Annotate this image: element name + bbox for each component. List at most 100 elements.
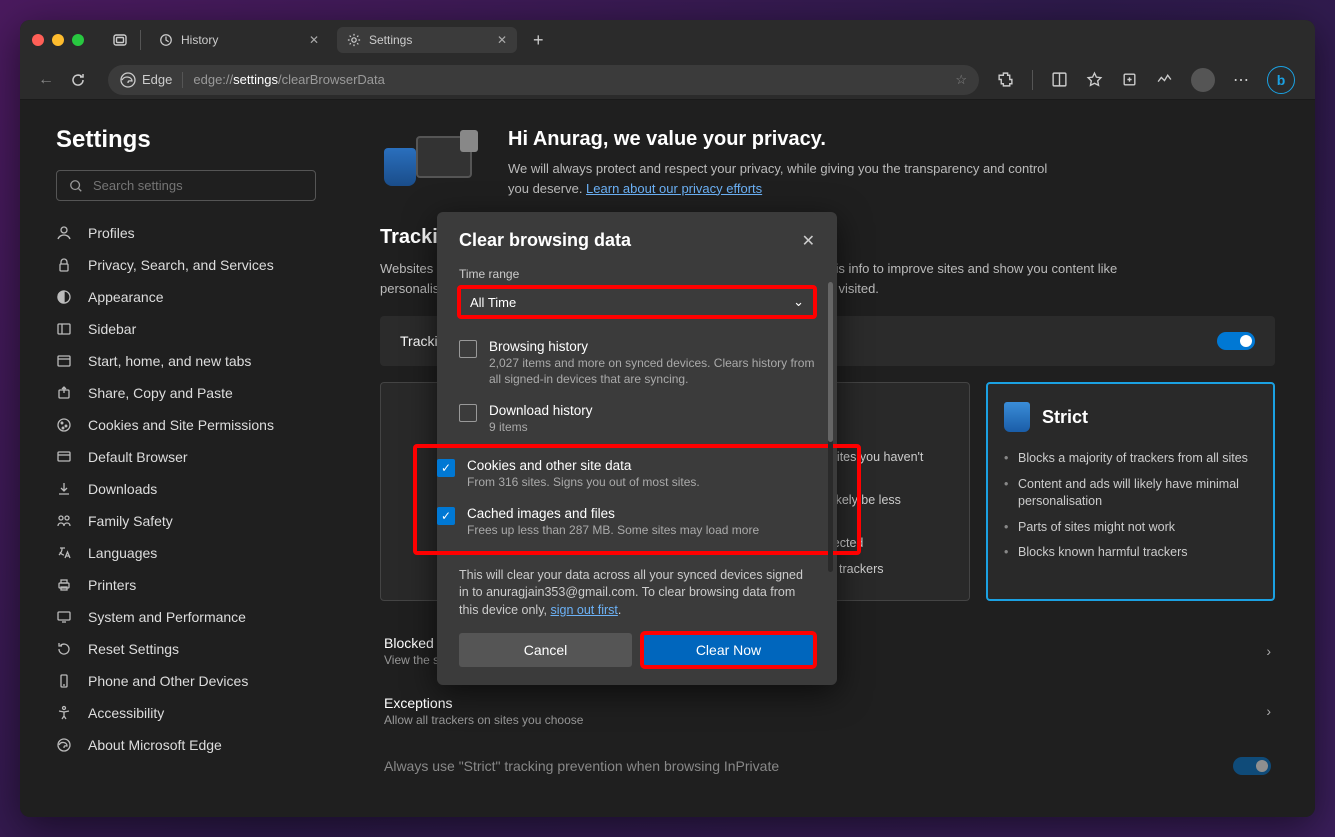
tab-history[interactable]: History ✕ xyxy=(149,27,329,53)
sidebar-item-label: Languages xyxy=(88,545,157,561)
chevron-right-icon: › xyxy=(1266,703,1271,719)
sidebar-item-label: Accessibility xyxy=(88,705,164,721)
sidebar-item-profiles[interactable]: Profiles xyxy=(56,217,340,249)
menu-button[interactable]: ⋯ xyxy=(1233,70,1249,90)
card-bullet: Blocks a majority of trackers from all s… xyxy=(1004,446,1257,472)
sidebar-item-label: Phone and Other Devices xyxy=(88,673,248,689)
sidebar-item-label: System and Performance xyxy=(88,609,246,625)
sidebar-item-cookies-and-site-permissions[interactable]: Cookies and Site Permissions xyxy=(56,409,340,441)
sidebar-item-start-home-and-new-tabs[interactable]: Start, home, and new tabs xyxy=(56,345,340,377)
edge-icon xyxy=(56,737,74,753)
lock-icon xyxy=(56,257,74,273)
browser-window: History ✕ Settings ✕ + ← Edge edge://set… xyxy=(20,20,1315,817)
sidebar-title: Settings xyxy=(56,126,340,154)
sidebar-item-label: Share, Copy and Paste xyxy=(88,385,233,401)
privacy-efforts-link[interactable]: Learn about our privacy efforts xyxy=(586,181,762,196)
sidebar-item-privacy-search-and-services[interactable]: Privacy, Search, and Services xyxy=(56,249,340,281)
accessibility-icon xyxy=(56,705,74,721)
tab-settings[interactable]: Settings ✕ xyxy=(337,27,517,53)
edge-logo-icon xyxy=(120,72,136,88)
checkbox[interactable] xyxy=(459,340,477,358)
site-brand: Edge xyxy=(142,72,172,87)
chevron-down-icon: ⌄ xyxy=(793,294,804,310)
profile-icon xyxy=(56,225,74,241)
home-icon xyxy=(56,353,74,369)
sidebar-item-family-safety[interactable]: Family Safety xyxy=(56,505,340,537)
sidebar-item-accessibility[interactable]: Accessibility xyxy=(56,697,340,729)
clear-now-button[interactable]: Clear Now xyxy=(642,633,815,667)
cookie-icon xyxy=(56,417,74,433)
close-window-button[interactable] xyxy=(32,34,44,46)
bing-chat-button[interactable]: b xyxy=(1267,66,1295,94)
maximize-window-button[interactable] xyxy=(72,34,84,46)
sidebar-item-label: Start, home, and new tabs xyxy=(88,353,251,369)
cancel-button[interactable]: Cancel xyxy=(459,633,632,667)
exceptions-link[interactable]: ExceptionsAllow all trackers on sites yo… xyxy=(380,681,1275,741)
readmode-icon[interactable] xyxy=(1051,71,1068,88)
divider xyxy=(140,30,141,50)
tab-close-button[interactable]: ✕ xyxy=(309,33,319,47)
refresh-button[interactable] xyxy=(70,72,98,88)
toolbar-actions: ⋯ b xyxy=(989,66,1303,94)
new-tab-button[interactable]: + xyxy=(525,30,552,51)
sidebar-item-label: About Microsoft Edge xyxy=(88,737,222,753)
sidebar-item-phone-and-other-devices[interactable]: Phone and Other Devices xyxy=(56,665,340,697)
collections-icon[interactable] xyxy=(1121,71,1138,88)
sidebar-item-label: Default Browser xyxy=(88,449,188,465)
checkbox[interactable]: ✓ xyxy=(437,507,455,525)
address-bar[interactable]: Edge edge://settings/clearBrowserData ☆ xyxy=(108,65,979,95)
sidebar-item-languages[interactable]: Languages xyxy=(56,537,340,569)
favorite-button[interactable]: ☆ xyxy=(955,72,967,88)
check-title: Cookies and other site data xyxy=(467,458,700,473)
performance-icon[interactable] xyxy=(1156,71,1173,88)
sidebar-item-appearance[interactable]: Appearance xyxy=(56,281,340,313)
check-item: ✓Cookies and other site dataFrom 316 sit… xyxy=(437,452,837,501)
time-range-select[interactable]: All Time ⌄ xyxy=(459,287,815,317)
sidebar-item-printers[interactable]: Printers xyxy=(56,569,340,601)
sidebar-item-about-microsoft-edge[interactable]: About Microsoft Edge xyxy=(56,729,340,761)
titlebar: History ✕ Settings ✕ + xyxy=(20,20,1315,60)
dialog-scrollbar[interactable] xyxy=(828,282,833,572)
privacy-hero: Hi Anurag, we value your privacy. We wil… xyxy=(380,128,1275,198)
tab-overview-button[interactable] xyxy=(108,28,132,52)
sign-out-link[interactable]: sign out first xyxy=(550,603,617,617)
dialog-close-button[interactable]: ✕ xyxy=(802,231,815,251)
sidebar-item-reset-settings[interactable]: Reset Settings xyxy=(56,633,340,665)
check-subtitle: Frees up less than 287 MB. Some sites ma… xyxy=(467,523,759,539)
tab-label: History xyxy=(181,33,218,47)
extensions-icon[interactable] xyxy=(997,71,1014,88)
highlighted-checks: ✓Cookies and other site dataFrom 316 sit… xyxy=(415,446,859,553)
inprivate-toggle[interactable] xyxy=(1233,757,1271,775)
profile-avatar[interactable] xyxy=(1191,68,1215,92)
system-icon xyxy=(56,609,74,625)
sidebar-item-system-and-performance[interactable]: System and Performance xyxy=(56,601,340,633)
check-item: Download history9 items xyxy=(459,397,815,446)
site-identity[interactable]: Edge xyxy=(120,72,183,88)
favorites-icon[interactable] xyxy=(1086,71,1103,88)
sidebar-item-label: Privacy, Search, and Services xyxy=(88,257,274,273)
dialog-note: This will clear your data across all you… xyxy=(437,553,837,634)
tracking-toggle[interactable] xyxy=(1217,332,1255,350)
checkbox[interactable] xyxy=(459,404,477,422)
search-settings-box[interactable] xyxy=(56,170,316,201)
sidebar-item-downloads[interactable]: Downloads xyxy=(56,473,340,505)
sidebar-item-share-copy-and-paste[interactable]: Share, Copy and Paste xyxy=(56,377,340,409)
dialog-title: Clear browsing data xyxy=(459,230,631,251)
search-input[interactable] xyxy=(93,178,303,193)
sidebar-item-sidebar[interactable]: Sidebar xyxy=(56,313,340,345)
sidebar-item-default-browser[interactable]: Default Browser xyxy=(56,441,340,473)
tab-close-button[interactable]: ✕ xyxy=(497,33,507,47)
checkbox[interactable]: ✓ xyxy=(437,459,455,477)
card-strict[interactable]: Strict Blocks a majority of trackers fro… xyxy=(986,382,1275,601)
back-button[interactable]: ← xyxy=(32,71,60,89)
reset-icon xyxy=(56,641,74,657)
settings-sidebar: Settings Profiles Privacy, Search, and Se… xyxy=(20,100,340,817)
hero-title: Hi Anurag, we value your privacy. xyxy=(508,128,1048,151)
check-title: Browsing history xyxy=(489,339,815,354)
traffic-lights xyxy=(32,34,84,46)
card-bullet: Content and ads will likely have minimal… xyxy=(1004,472,1257,515)
sidebar-item-label: Downloads xyxy=(88,481,157,497)
minimize-window-button[interactable] xyxy=(52,34,64,46)
sidebar-icon xyxy=(56,321,74,337)
hero-body: We will always protect and respect your … xyxy=(508,159,1048,198)
